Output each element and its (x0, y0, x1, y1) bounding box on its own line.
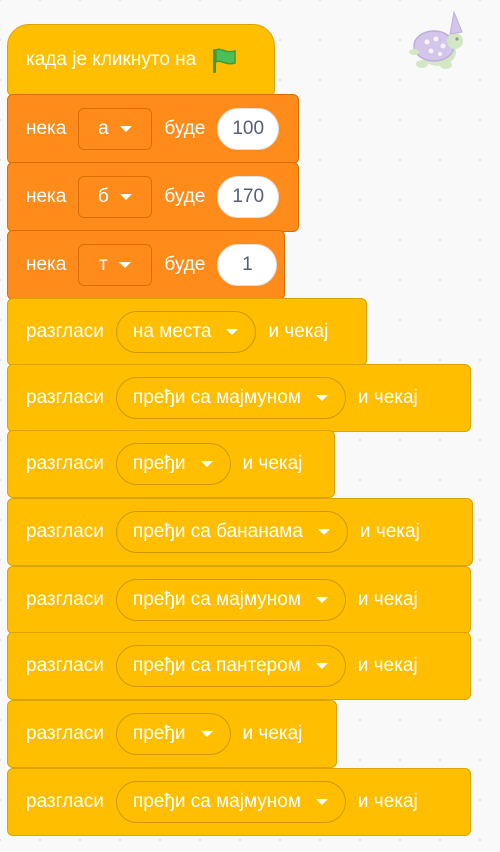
set-variable-block[interactable]: нека а буде 100 (7, 94, 299, 164)
message-name: пређи са пантером (132, 655, 301, 676)
dropdown-caret-icon (226, 329, 239, 335)
to-label: буде (164, 254, 206, 275)
wait-label: и чекај (268, 321, 329, 342)
message-name: пређи са мајмуном (132, 791, 301, 812)
message-dropdown[interactable]: пређи са мајмуном (115, 781, 346, 823)
broadcast-label: разгласи (26, 723, 104, 744)
broadcast-and-wait-block[interactable]: разгласи пређи са мајмуном и чекај (7, 364, 471, 432)
message-name: пређи са мајмуном (132, 387, 301, 408)
message-name: пређи (132, 453, 186, 474)
variable-name: а (98, 118, 109, 139)
dropdown-caret-icon (118, 262, 131, 268)
message-dropdown[interactable]: пређи са мајмуном (115, 377, 346, 419)
dropdown-caret-icon (119, 126, 132, 132)
broadcast-label: разгласи (26, 321, 104, 342)
wait-label: и чекај (357, 387, 418, 408)
broadcast-and-wait-block[interactable]: разгласи пређи и чекај (7, 700, 337, 768)
message-name: пређи са бананама (132, 521, 303, 542)
wait-label: и чекај (242, 723, 303, 744)
set-label: нека (26, 186, 67, 207)
value-input[interactable]: 100 (217, 108, 280, 150)
broadcast-label: разгласи (26, 791, 104, 812)
variable-dropdown[interactable]: б (78, 176, 153, 218)
dropdown-caret-icon (315, 663, 328, 669)
broadcast-and-wait-block[interactable]: разгласи пређи и чекај (7, 430, 335, 498)
set-variable-block[interactable]: нека б буде 170 (7, 162, 299, 232)
green-flag-icon (213, 48, 236, 73)
message-dropdown[interactable]: пређи (115, 713, 231, 755)
dropdown-caret-icon (315, 799, 328, 805)
message-name: на места (132, 321, 212, 342)
hat-label: када је кликнуто на (26, 49, 197, 70)
broadcast-label: разгласи (26, 521, 104, 542)
broadcast-and-wait-block[interactable]: разгласи пређи са мајмуном и чекај (7, 768, 471, 836)
variable-name: б (97, 186, 109, 207)
dropdown-caret-icon (200, 461, 213, 467)
broadcast-and-wait-block[interactable]: разгласи пређи са мајмуном и чекај (7, 566, 471, 634)
broadcast-and-wait-block[interactable]: разгласи пређи са бананама и чекај (7, 498, 473, 566)
variable-name: т (99, 254, 108, 275)
broadcast-label: разгласи (26, 453, 104, 474)
value-input[interactable]: 1 (217, 244, 278, 286)
value-input[interactable]: 170 (217, 176, 280, 218)
message-name: пређи са мајмуном (132, 589, 301, 610)
dropdown-caret-icon (200, 731, 213, 737)
code-area[interactable]: када је кликнуто на нека а буде 100 нека… (0, 0, 500, 852)
variable-dropdown[interactable]: т (78, 244, 153, 286)
to-label: буде (164, 186, 206, 207)
dropdown-caret-icon (315, 395, 328, 401)
set-label: нека (26, 118, 67, 139)
message-dropdown[interactable]: пређи са мајмуном (115, 579, 346, 621)
broadcast-label: разгласи (26, 589, 104, 610)
message-dropdown[interactable]: на места (115, 311, 257, 353)
variable-dropdown[interactable]: а (78, 108, 153, 150)
turtle-sprite-thumbnail[interactable] (400, 6, 472, 78)
set-label: нека (26, 254, 67, 275)
wait-label: и чекај (357, 791, 418, 812)
message-name: пређи (132, 723, 186, 744)
wait-label: и чекај (357, 589, 418, 610)
wait-label: и чекај (359, 521, 420, 542)
broadcast-label: разгласи (26, 655, 104, 676)
wait-label: и чекај (357, 655, 418, 676)
dropdown-caret-icon (317, 529, 330, 535)
broadcast-and-wait-block[interactable]: разгласи пређи са пантером и чекај (7, 632, 471, 700)
dropdown-caret-icon (315, 597, 328, 603)
broadcast-and-wait-block[interactable]: разгласи на места и чекај (7, 298, 367, 366)
broadcast-label: разгласи (26, 387, 104, 408)
when-flag-clicked-block[interactable]: када је кликнуто на (7, 24, 275, 96)
set-variable-block[interactable]: нека т буде 1 (7, 230, 285, 300)
message-dropdown[interactable]: пређи са бананама (115, 511, 348, 553)
message-dropdown[interactable]: пређи са пантером (115, 645, 346, 687)
wait-label: и чекај (242, 453, 303, 474)
dropdown-caret-icon (119, 194, 132, 200)
message-dropdown[interactable]: пређи (115, 443, 231, 485)
to-label: буде (164, 118, 206, 139)
